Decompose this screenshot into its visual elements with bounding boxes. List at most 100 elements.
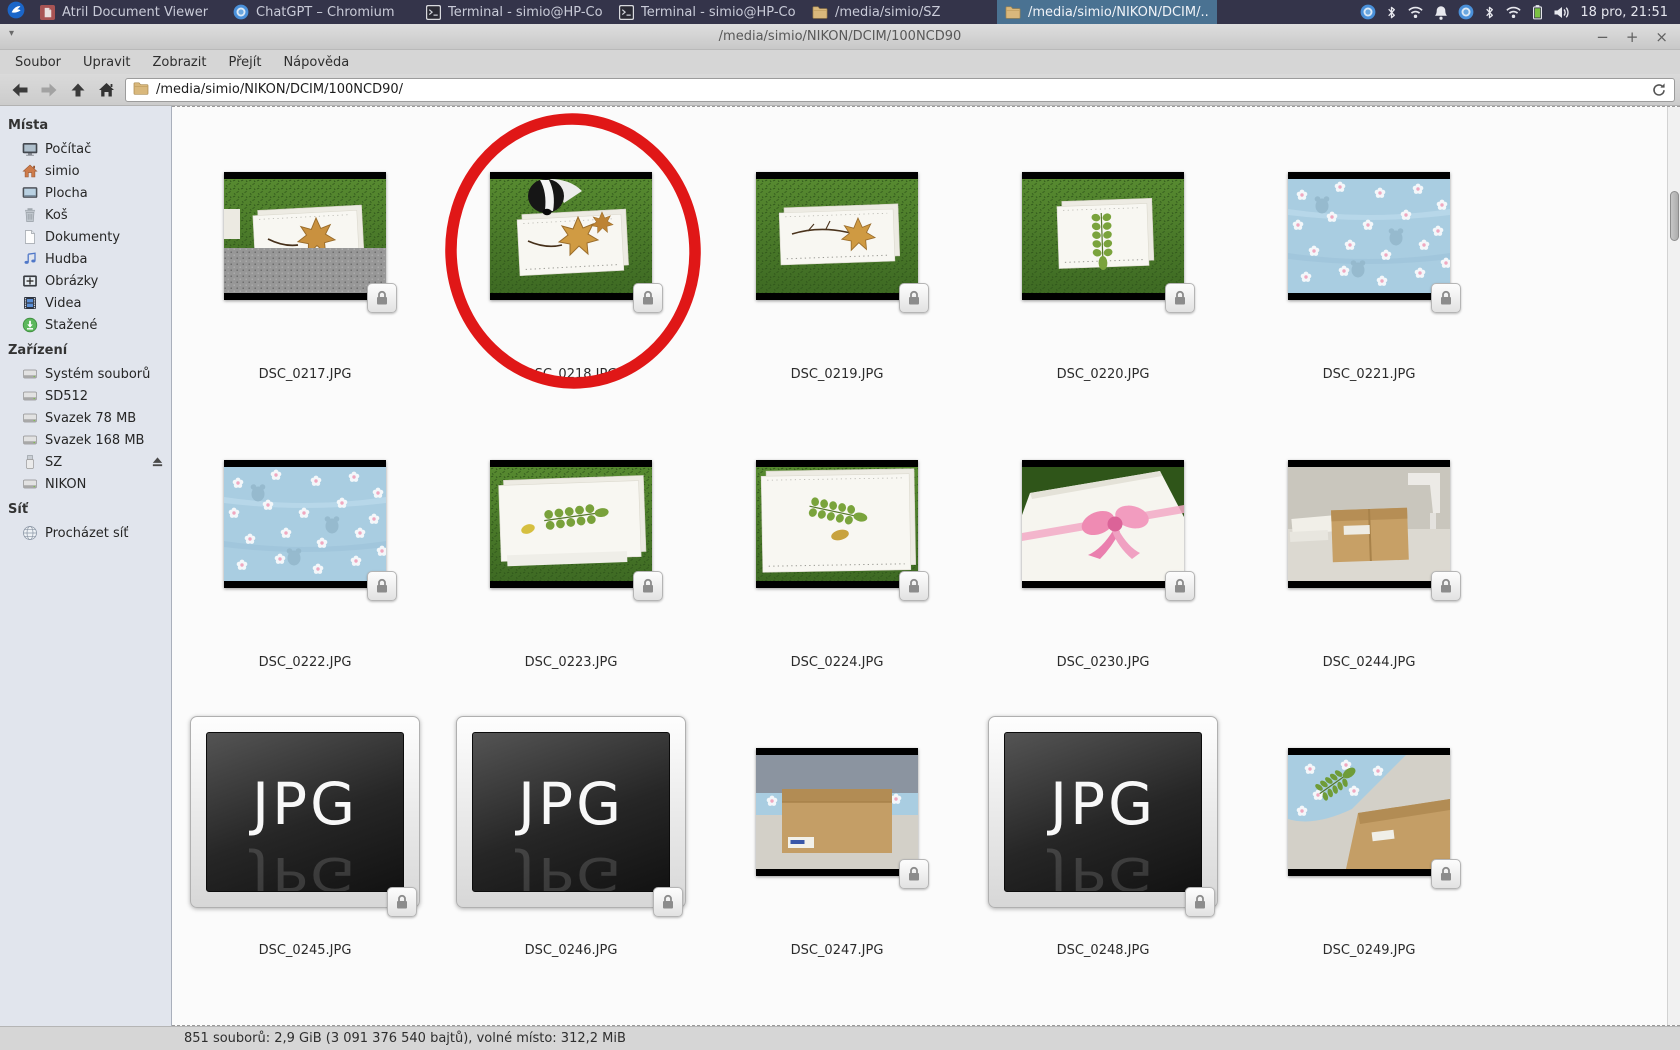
sidebar-item-sd512[interactable]: SD512 xyxy=(0,385,171,407)
lock-emblem-icon xyxy=(633,283,663,313)
sidebar-item-dokumenty[interactable]: Dokumenty xyxy=(0,226,171,248)
menubar: SouborUpravitZobrazitPřejítNápověda xyxy=(0,50,1680,74)
file-item-DSC_0248.JPG[interactable]: JPGJPGDSC_0248.JPG xyxy=(970,692,1236,980)
bell-icon[interactable] xyxy=(1434,5,1448,20)
clock[interactable]: 18 pro, 21:51 xyxy=(1580,5,1680,20)
photo-thumbnail-photo-green-leaf-paper2 xyxy=(756,460,918,588)
jpg-placeholder-text: JPG xyxy=(252,775,358,833)
vertical-scrollbar[interactable] xyxy=(1667,107,1680,1025)
menu-4[interactable]: Nápověda xyxy=(272,55,360,70)
sidebar-item-obr-zky[interactable]: Obrázky xyxy=(0,270,171,292)
sidebar-item-hudba[interactable]: Hudba xyxy=(0,248,171,270)
taskbar-window-1[interactable]: ChatGPT – Chromium xyxy=(225,0,418,24)
battery-icon[interactable] xyxy=(1532,4,1543,20)
reload-button[interactable] xyxy=(1651,82,1667,98)
volume-icon[interactable] xyxy=(1553,5,1570,20)
file-thumbnail-zone: JPGJPG xyxy=(988,692,1218,932)
sidebar-item-simio[interactable]: simio xyxy=(0,160,171,182)
location-input[interactable]: /media/simio/NIKON/DCIM/100NCD90/ xyxy=(156,82,1644,97)
jpg-placeholder-text: JPG xyxy=(1050,775,1156,833)
sidebar-item-ko-[interactable]: Koš xyxy=(0,204,171,226)
sidebar-item-nikon[interactable]: NIKON xyxy=(0,473,171,495)
close-button[interactable]: × xyxy=(1655,28,1668,46)
sidebar-section-header: Místa xyxy=(0,111,171,138)
sidebar-item-po-ta-[interactable]: Počítač xyxy=(0,138,171,160)
chromium-icon[interactable] xyxy=(1458,4,1474,20)
bluetooth-icon[interactable] xyxy=(1484,5,1495,20)
bluetooth-icon[interactable] xyxy=(1386,5,1397,20)
file-item-DSC_0217.JPG[interactable]: DSC_0217.JPG xyxy=(172,116,438,404)
terminal-icon xyxy=(426,5,441,20)
file-thumbnail-zone xyxy=(224,404,386,644)
location-bar[interactable]: /media/simio/NIKON/DCIM/100NCD90/ xyxy=(125,78,1675,102)
lock-emblem-icon xyxy=(387,887,417,917)
lock-emblem-icon xyxy=(1165,571,1195,601)
lock-emblem-icon xyxy=(1431,859,1461,889)
minimize-button[interactable]: − xyxy=(1596,28,1609,46)
sidebar-item-proch-zet-s-[interactable]: Procházet síť xyxy=(0,522,171,544)
wifi-icon[interactable] xyxy=(1505,5,1522,19)
back-button[interactable] xyxy=(5,77,34,103)
file-item-DSC_0221.JPG[interactable]: DSC_0221.JPG xyxy=(1236,116,1502,404)
wifi-icon[interactable] xyxy=(1407,5,1424,19)
eject-button[interactable] xyxy=(151,455,164,472)
sidebar-item-sta-en-[interactable]: Stažené xyxy=(0,314,171,336)
file-thumbnail-zone xyxy=(490,116,652,356)
lock-emblem-icon xyxy=(633,571,663,601)
sidebar-item-label: Plocha xyxy=(45,186,88,201)
file-item-DSC_0219.JPG[interactable]: DSC_0219.JPG xyxy=(704,116,970,404)
file-item-DSC_0230.JPG[interactable]: DSC_0230.JPG xyxy=(970,404,1236,692)
file-thumbnail-zone xyxy=(490,404,652,644)
window-menu-arrow[interactable]: ▾ xyxy=(9,28,14,39)
sidebar-item-plocha[interactable]: Plocha xyxy=(0,182,171,204)
sidebar-item-sz[interactable]: SZ xyxy=(0,451,171,473)
file-item-DSC_0224.JPG[interactable]: DSC_0224.JPG xyxy=(704,404,970,692)
maximize-button[interactable]: + xyxy=(1626,28,1639,46)
file-name-label: DSC_0221.JPG xyxy=(1323,367,1416,382)
taskbar-window-label: Terminal - simio@HP-Comp... xyxy=(641,5,796,20)
network-icon xyxy=(22,525,38,541)
applications-menu-button[interactable] xyxy=(0,0,32,24)
sidebar-item-label: Koš xyxy=(45,208,68,223)
home-icon xyxy=(98,82,115,98)
sidebar-item-svazek-78-mb[interactable]: Svazek 78 MB xyxy=(0,407,171,429)
titlebar[interactable]: ▾ /media/simio/NIKON/DCIM/100NCD90 − + × xyxy=(0,24,1680,50)
file-view[interactable]: DSC_0217.JPGDSC_0218.JPGDSC_0219.JPGDSC_… xyxy=(172,106,1680,1026)
menu-2[interactable]: Zobrazit xyxy=(141,55,217,70)
file-item-DSC_0223.JPG[interactable]: DSC_0223.JPG xyxy=(438,404,704,692)
file-item-DSC_0218.JPG[interactable]: DSC_0218.JPG xyxy=(438,116,704,404)
file-item-DSC_0245.JPG[interactable]: JPGJPGDSC_0245.JPG xyxy=(172,692,438,980)
scrollbar-thumb[interactable] xyxy=(1670,191,1679,241)
menu-1[interactable]: Upravit xyxy=(72,55,141,70)
taskbar-window-5[interactable]: /media/simio/NIKON/DCIM/... xyxy=(997,0,1217,24)
sidebar-item-syst-m-soubor-[interactable]: Systém souborů xyxy=(0,363,171,385)
taskbar-window-0[interactable]: Atril Document Viewer xyxy=(32,0,225,24)
file-item-DSC_0222.JPG[interactable]: DSC_0222.JPG xyxy=(172,404,438,692)
file-item-DSC_0249.JPG[interactable]: DSC_0249.JPG xyxy=(1236,692,1502,980)
taskbar-window-4[interactable]: /media/simio/SZ xyxy=(804,0,997,24)
sidebar-item-svazek-168-mb[interactable]: Svazek 168 MB xyxy=(0,429,171,451)
file-name-label: DSC_0247.JPG xyxy=(791,943,884,958)
file-item-DSC_0244.JPG[interactable]: DSC_0244.JPG xyxy=(1236,404,1502,692)
file-item-DSC_0247.JPG[interactable]: DSC_0247.JPG xyxy=(704,692,970,980)
file-grid: DSC_0217.JPGDSC_0218.JPGDSC_0219.JPGDSC_… xyxy=(172,107,1680,980)
chromium-icon[interactable] xyxy=(1360,4,1376,20)
file-thumbnail-zone xyxy=(1022,404,1184,644)
photo-thumbnail-photo-green-leaf xyxy=(1022,172,1184,300)
forward-button[interactable] xyxy=(34,77,63,103)
home-button[interactable] xyxy=(92,77,121,103)
computer-icon xyxy=(22,141,38,157)
jpg-placeholder-reflection: JPG xyxy=(252,851,358,892)
drive-icon xyxy=(22,476,38,492)
sidebar-item-videa[interactable]: Videa xyxy=(0,292,171,314)
file-item-DSC_0220.JPG[interactable]: DSC_0220.JPG xyxy=(970,116,1236,404)
sidebar-item-label: SZ xyxy=(45,455,62,470)
up-button[interactable] xyxy=(63,77,92,103)
taskbar-window-3[interactable]: Terminal - simio@HP-Comp... xyxy=(611,0,804,24)
file-item-DSC_0246.JPG[interactable]: JPGJPGDSC_0246.JPG xyxy=(438,692,704,980)
menu-3[interactable]: Přejít xyxy=(217,55,272,70)
jpg-placeholder-inner: JPGJPG xyxy=(1004,732,1202,892)
taskbar-window-2[interactable]: Terminal - simio@HP-Comp... xyxy=(418,0,611,24)
menu-0[interactable]: Soubor xyxy=(4,55,72,70)
sidebar-item-label: Systém souborů xyxy=(45,367,150,382)
